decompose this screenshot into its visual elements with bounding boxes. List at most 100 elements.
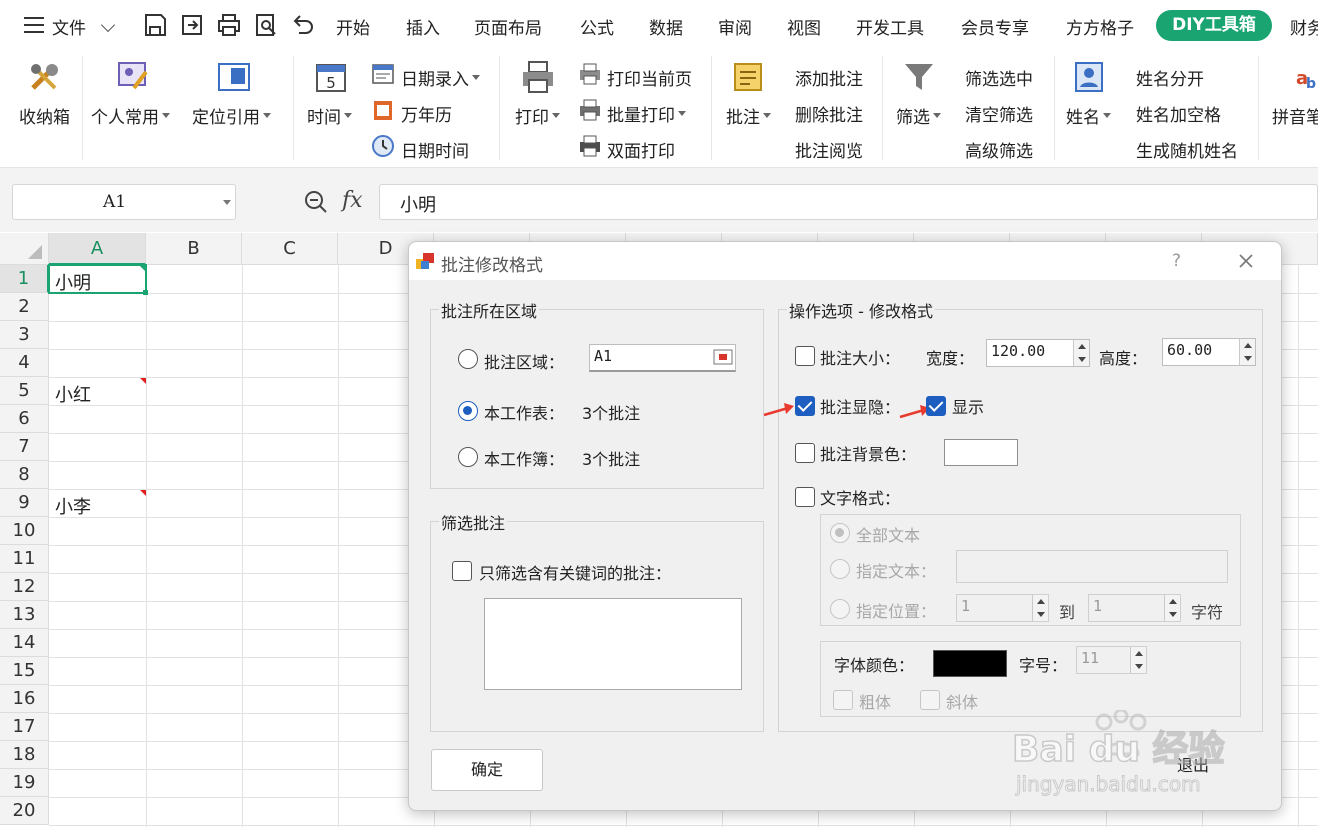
- tab-view[interactable]: 视图: [787, 14, 821, 39]
- date-entry-icon[interactable]: [371, 62, 395, 86]
- help-button[interactable]: ?: [1172, 251, 1181, 271]
- row-header-2[interactable]: 2: [0, 293, 49, 321]
- comment-button[interactable]: 批注: [726, 103, 771, 128]
- range-radio[interactable]: [458, 349, 478, 369]
- row-header-13[interactable]: 13: [0, 601, 49, 629]
- tab-page-layout[interactable]: 页面布局: [474, 14, 542, 39]
- column-header-a[interactable]: A: [49, 233, 146, 265]
- tab-member[interactable]: 会员专享: [961, 14, 1029, 39]
- perpetual-calendar-button[interactable]: 万年历: [401, 101, 452, 126]
- cell-a5[interactable]: 小红: [55, 381, 91, 407]
- row-header-7[interactable]: 7: [0, 433, 49, 461]
- split-name-button[interactable]: 姓名分开: [1136, 65, 1204, 90]
- comment-visibility-checkbox[interactable]: [795, 396, 815, 416]
- perpetual-calendar-icon[interactable]: [371, 98, 395, 122]
- tab-insert[interactable]: 插入: [406, 14, 440, 39]
- font-color-swatch[interactable]: [933, 650, 1007, 677]
- pos-to-spinner[interactable]: [1164, 595, 1180, 621]
- row-header-15[interactable]: 15: [0, 657, 49, 685]
- row-header-17[interactable]: 17: [0, 713, 49, 741]
- tab-fangfang[interactable]: 方方格子: [1066, 14, 1134, 39]
- width-spinner[interactable]: [1073, 340, 1089, 366]
- bold-checkbox[interactable]: [833, 690, 853, 710]
- toolbox-icon[interactable]: [27, 60, 63, 96]
- row-header-18[interactable]: 18: [0, 741, 49, 769]
- specified-pos-radio[interactable]: [830, 599, 850, 619]
- row-header-16[interactable]: 16: [0, 685, 49, 713]
- zoom-icon[interactable]: [303, 189, 329, 215]
- all-text-radio[interactable]: [830, 523, 850, 543]
- select-all-corner[interactable]: [0, 233, 49, 265]
- column-header-b[interactable]: B: [146, 233, 242, 265]
- save-icon[interactable]: [142, 12, 168, 38]
- row-header-8[interactable]: 8: [0, 461, 49, 489]
- locate-reference-icon[interactable]: [217, 62, 251, 92]
- tab-data[interactable]: 数据: [649, 14, 683, 39]
- comment-size-checkbox[interactable]: [795, 346, 815, 366]
- name-button[interactable]: 姓名: [1066, 103, 1111, 128]
- row-header-19[interactable]: 19: [0, 769, 49, 797]
- row-header-4[interactable]: 4: [0, 349, 49, 377]
- cell-a9[interactable]: 小李: [55, 493, 91, 519]
- duplex-print-button[interactable]: 双面打印: [607, 137, 675, 162]
- tab-formula[interactable]: 公式: [580, 14, 614, 39]
- row-header-6[interactable]: 6: [0, 405, 49, 433]
- workbook-radio[interactable]: [458, 447, 478, 467]
- print-preview-icon[interactable]: [253, 12, 279, 38]
- show-checkbox[interactable]: [926, 396, 946, 416]
- undo-icon[interactable]: [290, 12, 316, 38]
- print-current-page-button[interactable]: 打印当前页: [607, 65, 692, 90]
- cell-a1[interactable]: 小明: [55, 269, 91, 295]
- range-select-icon[interactable]: [713, 349, 733, 365]
- height-spinner[interactable]: [1239, 339, 1255, 365]
- tab-home[interactable]: 开始: [336, 14, 370, 39]
- row-header-5[interactable]: 5: [0, 377, 49, 405]
- name-box[interactable]: A1: [12, 184, 236, 220]
- text-format-checkbox[interactable]: [795, 487, 815, 507]
- hamburger-icon[interactable]: [24, 17, 44, 33]
- clear-filter-button[interactable]: 清空筛选: [965, 101, 1033, 126]
- print-icon[interactable]: [216, 12, 242, 38]
- storage-button[interactable]: 收纳箱: [19, 103, 70, 128]
- keyword-textarea[interactable]: [484, 598, 742, 690]
- view-comment-button[interactable]: 批注阅览: [795, 137, 863, 162]
- row-header-9[interactable]: 9: [0, 489, 49, 517]
- date-entry-button[interactable]: 日期录入: [401, 65, 480, 90]
- calendar-time-icon[interactable]: 5: [314, 60, 348, 94]
- comment-icon[interactable]: [731, 60, 767, 94]
- filter-button[interactable]: 筛选: [896, 103, 941, 128]
- print-button[interactable]: 打印: [515, 103, 560, 128]
- advanced-filter-button[interactable]: 高级筛选: [965, 137, 1033, 162]
- pos-from-input[interactable]: 1: [956, 594, 1049, 622]
- pinyin-button[interactable]: 拼音笔: [1272, 103, 1318, 128]
- caret-down-icon[interactable]: [223, 200, 231, 205]
- width-input[interactable]: 120.00: [986, 339, 1090, 367]
- dialog-titlebar[interactable]: 批注修改格式 ?: [409, 242, 1281, 280]
- file-menu[interactable]: 文件: [52, 14, 86, 39]
- name-card-icon[interactable]: [1072, 60, 1106, 94]
- row-header-12[interactable]: 12: [0, 573, 49, 601]
- height-input[interactable]: 60.00: [1162, 338, 1256, 366]
- row-header-3[interactable]: 3: [0, 321, 49, 349]
- font-size-spinner[interactable]: [1130, 647, 1146, 673]
- close-icon[interactable]: [1238, 253, 1254, 269]
- printer-icon[interactable]: [520, 60, 556, 94]
- duplex-print-icon[interactable]: [578, 134, 602, 158]
- row-header-20[interactable]: 20: [0, 797, 49, 825]
- locate-reference-button[interactable]: 定位引用: [192, 103, 271, 128]
- filter-selected-button[interactable]: 筛选选中: [965, 65, 1033, 90]
- pinyin-icon[interactable]: ab: [1296, 60, 1318, 94]
- italic-checkbox[interactable]: [920, 690, 940, 710]
- tab-diy-toolbox[interactable]: DIY工具箱: [1156, 10, 1272, 41]
- personal-common-icon[interactable]: [116, 60, 150, 94]
- row-header-10[interactable]: 10: [0, 517, 49, 545]
- name-space-button[interactable]: 姓名加空格: [1136, 101, 1221, 126]
- batch-print-button[interactable]: 批量打印: [607, 101, 686, 126]
- delete-comment-button[interactable]: 删除批注: [795, 101, 863, 126]
- specified-text-radio[interactable]: [830, 559, 850, 579]
- batch-print-icon[interactable]: [578, 98, 602, 122]
- row-header-11[interactable]: 11: [0, 545, 49, 573]
- print-current-icon[interactable]: [578, 62, 602, 86]
- column-header-c[interactable]: C: [242, 233, 338, 265]
- row-header-1[interactable]: 1: [0, 265, 49, 293]
